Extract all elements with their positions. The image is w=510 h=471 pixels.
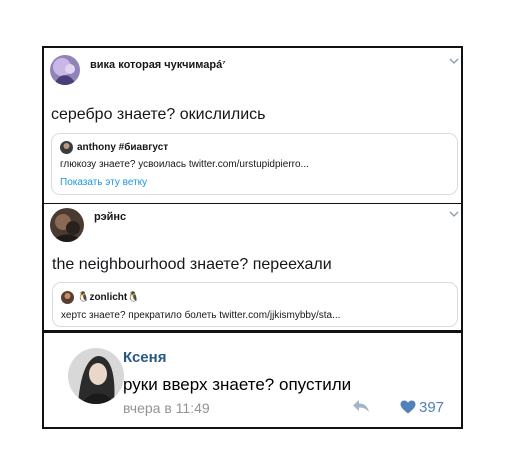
like-count[interactable]: 397 xyxy=(419,399,444,416)
vk-comment: Ксеня руки вверх знаете? опустили вчера … xyxy=(42,331,463,429)
quote-author-avatar xyxy=(61,291,74,304)
author-name[interactable]: Ксеня xyxy=(123,349,166,366)
timestamp[interactable]: вчера в 11:49 xyxy=(123,400,210,416)
quote-text: хертс знаете? прекратило болеть twitter.… xyxy=(61,310,341,321)
author-name[interactable]: вика которая чукчимарá⁷ xyxy=(90,59,226,71)
tweet-card-1: вика которая чукчимарá⁷ серебро знаете? … xyxy=(42,46,463,204)
chevron-down-icon[interactable] xyxy=(449,57,459,68)
tweet-text: серебро знаете? окислились xyxy=(51,106,266,123)
tweet-card-2: рэйнс the neighbourhood знаете? переехал… xyxy=(42,203,463,331)
quote-text: глюкозу знаете? усвоилась twitter.com/ur… xyxy=(60,159,309,170)
heart-icon[interactable] xyxy=(400,400,416,419)
author-avatar[interactable] xyxy=(50,208,84,242)
show-thread-link[interactable]: Показать эту ветку xyxy=(60,177,147,188)
author-avatar[interactable] xyxy=(68,348,124,404)
quoted-tweet[interactable]: 🐧zonlicht🐧 хертс знаете? прекратило боле… xyxy=(52,282,458,327)
author-name[interactable]: рэйнс xyxy=(94,211,126,223)
quote-author-name[interactable]: anthony #биавгуст xyxy=(77,142,168,153)
tweet-text: the neighbourhood знаете? переехали xyxy=(52,256,332,273)
author-avatar[interactable] xyxy=(50,55,80,85)
comment-text: руки вверх знаете? опустили xyxy=(123,375,352,394)
quoted-tweet[interactable]: anthony #биавгуст глюкозу знаете? усвоил… xyxy=(51,133,458,195)
quote-author-name[interactable]: 🐧zonlicht🐧 xyxy=(77,292,140,303)
reply-icon[interactable] xyxy=(352,399,370,418)
quote-author-avatar xyxy=(60,141,73,154)
chevron-down-icon[interactable] xyxy=(449,210,459,221)
